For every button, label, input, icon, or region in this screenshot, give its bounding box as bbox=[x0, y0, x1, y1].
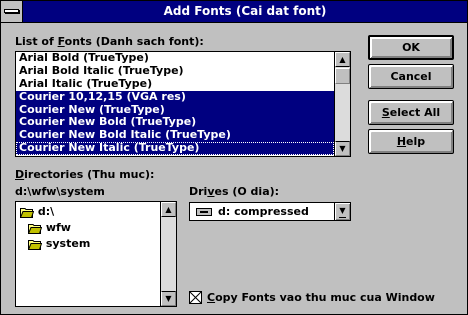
directories-listbox[interactable]: d:\ wfw system ▲ ▼ bbox=[15, 201, 177, 307]
title-bar: Add Fonts (Cai dat font) bbox=[1, 1, 467, 23]
font-list-item[interactable]: Arial Bold (TrueType) bbox=[16, 52, 334, 65]
scroll-down-arrow-icon[interactable]: ▼ bbox=[335, 141, 350, 156]
scroll-thumb[interactable] bbox=[335, 68, 350, 84]
open-folder-icon bbox=[19, 207, 35, 218]
select-all-button[interactable]: Select All bbox=[368, 100, 454, 125]
font-list-item[interactable]: Arial Italic (TrueType) bbox=[16, 77, 334, 91]
directory-item-wfw[interactable]: wfw bbox=[27, 220, 71, 236]
system-menu-icon bbox=[4, 9, 19, 13]
font-list-item[interactable]: Courier 10,12,15 (VGA res) bbox=[16, 90, 334, 104]
checkbox-check-icon bbox=[190, 292, 201, 303]
directories-label: Directories (Thu muc): bbox=[15, 168, 155, 181]
copy-fonts-checkbox[interactable] bbox=[189, 291, 202, 304]
help-button[interactable]: Help bbox=[368, 129, 454, 154]
hard-drive-icon bbox=[196, 208, 212, 216]
directory-item-system[interactable]: system bbox=[27, 236, 90, 252]
open-folder-icon bbox=[27, 239, 43, 250]
fonts-list-label: List of Fonts (Danh sach font): bbox=[15, 35, 204, 48]
add-fonts-dialog: Add Fonts (Cai dat font) List of Fonts (… bbox=[0, 0, 468, 315]
window-title: Add Fonts (Cai dat font) bbox=[163, 4, 327, 18]
copy-fonts-label[interactable]: Copy Fonts vao thu muc cua Window bbox=[207, 291, 435, 304]
scroll-up-arrow-icon[interactable]: ▲ bbox=[161, 202, 176, 217]
fonts-list-scrollbar[interactable]: ▲ ▼ bbox=[334, 52, 350, 156]
drives-dropdown[interactable]: d: compressed ▼ bbox=[189, 202, 351, 221]
drives-label: Drives (O dia): bbox=[189, 185, 280, 198]
ok-button[interactable]: OK bbox=[368, 35, 454, 60]
drives-selected-value: d: compressed bbox=[218, 205, 309, 218]
dropdown-arrow-icon[interactable]: ▼ bbox=[334, 203, 350, 220]
directories-scrollbar[interactable]: ▲ ▼ bbox=[160, 202, 176, 306]
cancel-button[interactable]: Cancel bbox=[368, 64, 454, 89]
directory-item-root[interactable]: d:\ bbox=[19, 204, 54, 220]
scroll-up-arrow-icon[interactable]: ▲ bbox=[335, 52, 350, 67]
scroll-down-arrow-icon[interactable]: ▼ bbox=[161, 291, 176, 306]
current-directory-path: d:\wfw\system bbox=[15, 185, 105, 198]
system-menu-button[interactable] bbox=[1, 1, 23, 22]
font-list-item[interactable]: Arial Bold Italic (TrueType) bbox=[16, 64, 334, 78]
font-list-item[interactable]: Courier New Italic (TrueType) bbox=[16, 141, 334, 156]
fonts-listbox[interactable]: Arial Bold (TrueType) Arial Bold Italic (… bbox=[15, 51, 351, 157]
open-folder-icon bbox=[27, 223, 43, 234]
fonts-list-items: Arial Bold (TrueType) Arial Bold Italic (… bbox=[16, 52, 334, 156]
